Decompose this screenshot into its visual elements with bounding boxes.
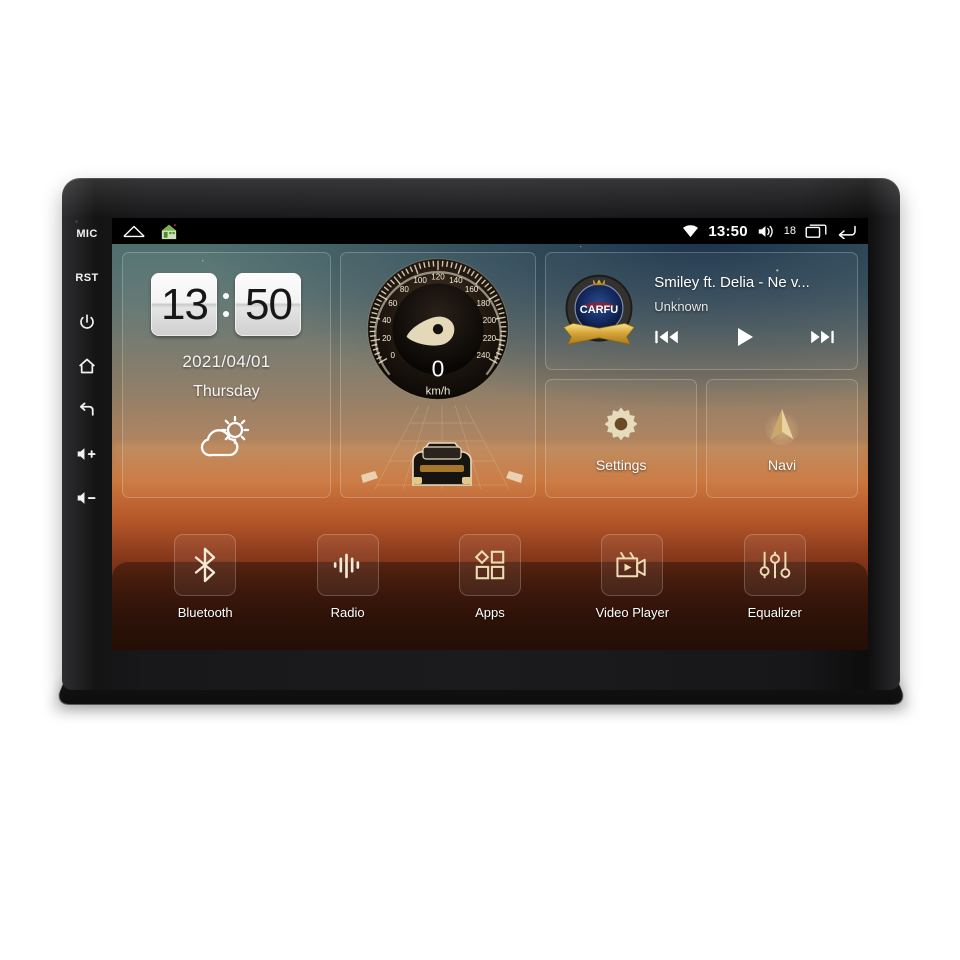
volume-icon[interactable] [757, 224, 775, 239]
media-title: Smiley ft. Delia - Ne v... [654, 274, 810, 291]
album-art: CARFU [556, 268, 642, 354]
navigation-arrow-icon [761, 405, 803, 447]
navbar-home-outline-icon[interactable] [122, 224, 146, 239]
settings-tile-label: Settings [595, 456, 647, 473]
navi-tile[interactable]: Navi [706, 379, 859, 498]
settings-tile[interactable]: Settings [545, 379, 698, 498]
back-icon[interactable] [836, 223, 858, 239]
clock-hours: 13 [151, 273, 218, 336]
gauge-tick-label: 0 [391, 351, 396, 360]
speed-unit: km/h [426, 386, 451, 398]
status-bar: 13:50 18 [112, 218, 868, 244]
dock-label-video: Apps [475, 605, 505, 620]
gauge-tick-label: 40 [382, 316, 391, 325]
volume-down-button[interactable] [70, 476, 104, 520]
road-illustration [341, 397, 535, 493]
mic-hole [75, 220, 78, 223]
album-art-label: CARFU [580, 304, 618, 316]
gauge-tick-label: 20 [382, 334, 391, 343]
clock-colon [221, 292, 231, 317]
dock-item-radio[interactable]: Radio [300, 534, 396, 620]
gauge-tick-label: 100 [413, 276, 427, 285]
play-button[interactable] [733, 326, 757, 348]
dock-label-equalizer: Equalizer [747, 605, 802, 620]
clock-minutes: 50 [235, 273, 302, 336]
clock-widget[interactable]: 13 50 2021/04/01 Thursday [122, 252, 331, 498]
head-unit-device: MIC RST 13:50 18 13 50 2021/04/01 Thursd… [54, 178, 908, 705]
media-artist: Unknown [654, 299, 709, 314]
apps-grid-icon [458, 534, 521, 596]
radio-waveform-icon [316, 534, 379, 596]
home-button[interactable] [70, 344, 104, 388]
clock-date: 2021/04/01 [182, 352, 271, 371]
dock-item-video-player[interactable]: Video Player [584, 534, 680, 620]
dock-label-apps: Video Player [595, 605, 670, 620]
speedometer-widget[interactable]: 0 km/h 0 20 40 60 80 100 120 140 160 180 200 220 240 [339, 252, 537, 498]
app-dock: Bluetooth Radio Apps Video Player Equali… [112, 522, 868, 650]
bluetooth-icon [174, 534, 237, 596]
dock-item-bluetooth[interactable]: Bluetooth [157, 534, 253, 620]
power-button[interactable] [70, 300, 104, 344]
touchscreen[interactable]: 13:50 18 13 50 2021/04/01 Thursday 0 km/… [112, 218, 868, 650]
partly-cloudy-icon [195, 415, 257, 459]
equalizer-sliders-icon [743, 534, 806, 596]
hardware-button-strip: MIC RST [62, 178, 112, 690]
video-camera-icon [601, 534, 664, 596]
gauge-tick-label: 180 [477, 299, 491, 308]
dock-item-equalizer[interactable]: Equalizer [727, 534, 823, 620]
previous-track-button[interactable] [654, 328, 680, 346]
gauge-tick-label: 220 [483, 334, 497, 343]
gauge-tick-label: 60 [388, 299, 397, 308]
wifi-icon [682, 224, 699, 238]
speed-value: 0 [432, 356, 445, 382]
dock-label-bluetooth: Bluetooth [177, 605, 233, 620]
launcher-house-icon[interactable] [160, 223, 178, 240]
next-track-button[interactable] [809, 328, 835, 346]
flip-clock: 13 50 [151, 273, 302, 336]
dock-label-radio: Radio [330, 605, 365, 620]
mic-label: MIC [76, 228, 98, 240]
back-button[interactable] [70, 388, 104, 432]
volume-up-button[interactable] [70, 432, 104, 476]
recents-icon[interactable] [805, 223, 827, 239]
gauge-tick-label: 120 [431, 273, 445, 282]
media-player-widget[interactable]: CARFU Smiley ft. Delia - Ne v... Unknown [545, 252, 858, 370]
gauge-tick-label: 140 [449, 276, 463, 285]
gauge-tick-label: 240 [477, 351, 491, 360]
gauge-tick-label: 200 [483, 316, 497, 325]
speed-gauge: 0 km/h 0 20 40 60 80 100 120 140 160 180 200 220 240 [343, 255, 533, 407]
reset-button[interactable]: RST [70, 256, 104, 300]
gauge-tick-label: 160 [465, 285, 479, 294]
dock-item-apps[interactable]: Apps [442, 534, 538, 620]
navi-tile-label: Navi [768, 456, 797, 473]
clock-weekday: Thursday [193, 383, 260, 400]
gauge-tick-label: 80 [400, 285, 409, 294]
status-time: 13:50 [708, 222, 748, 240]
gear-icon [600, 405, 642, 447]
volume-level: 18 [783, 225, 796, 237]
